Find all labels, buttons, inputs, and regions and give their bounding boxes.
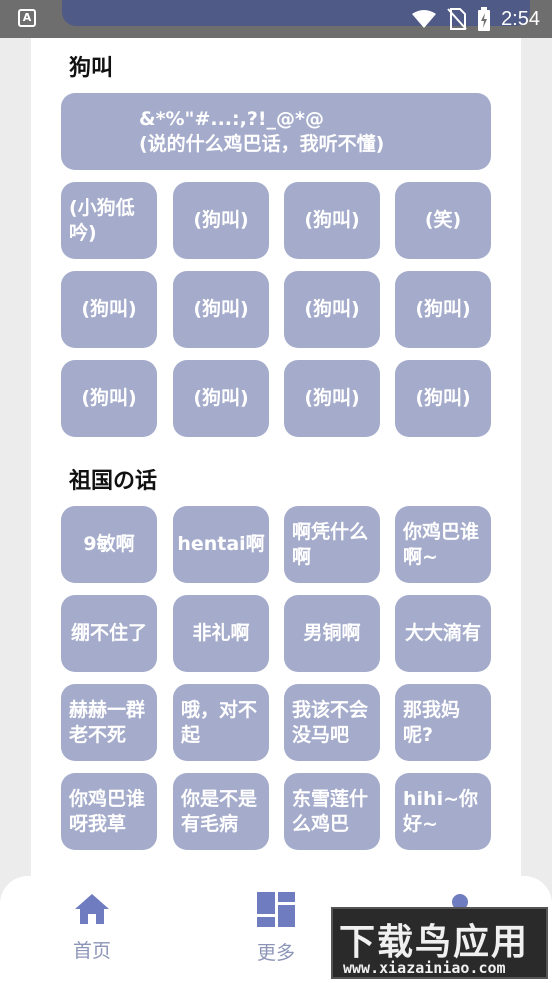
- watermark-title: 下载鸟应用: [339, 922, 530, 963]
- section-title-motherland: 祖国の话: [69, 469, 158, 494]
- app-notification-icon: A: [18, 9, 36, 27]
- phrase-button[interactable]: (狗叫): [173, 182, 269, 259]
- phrase-button[interactable]: 哦，对不起: [173, 684, 269, 761]
- status-time: 2:54: [501, 7, 540, 30]
- phrase-button[interactable]: (狗叫): [395, 360, 491, 437]
- phrase-button[interactable]: 你鸡巴谁啊~: [395, 506, 491, 583]
- section-title-dog: 狗叫: [69, 56, 114, 81]
- wide-button-line1: &*%"#...:,?!_@*@: [139, 107, 324, 130]
- phrase-button[interactable]: 你鸡巴谁呀我草: [61, 773, 157, 850]
- home-icon: [75, 894, 109, 924]
- nav-item-home[interactable]: 首页: [52, 892, 132, 963]
- status-icons: 2:54: [411, 6, 540, 32]
- phrase-button[interactable]: 大大滴有: [395, 595, 491, 672]
- phrase-button[interactable]: 绷不住了: [61, 595, 157, 672]
- watermark-logo: 下载鸟应用 www.xiazainiao.com: [331, 907, 548, 979]
- phrase-button[interactable]: 男铜啊: [284, 595, 380, 672]
- phrase-button[interactable]: 非礼啊: [173, 595, 269, 672]
- phrase-button[interactable]: (笑): [395, 182, 491, 259]
- phrase-button[interactable]: hihi~你好~: [395, 773, 491, 850]
- status-bar: A 2:54: [0, 0, 552, 38]
- phrase-button[interactable]: 9敏啊: [61, 506, 157, 583]
- phrase-button[interactable]: 啊凭什么啊: [284, 506, 380, 583]
- phrase-button[interactable]: (狗叫): [395, 271, 491, 348]
- phrase-button[interactable]: (狗叫): [284, 271, 380, 348]
- phrase-button[interactable]: (狗叫): [61, 271, 157, 348]
- phrase-button[interactable]: (小狗低吟): [61, 182, 157, 259]
- phrase-button[interactable]: (狗叫): [61, 360, 157, 437]
- no-sim-icon: [447, 8, 467, 30]
- wide-button-line2: (说的什么鸡巴话，我听不懂): [139, 132, 385, 155]
- grid-icon: [257, 892, 295, 927]
- nav-item-more[interactable]: 更多: [236, 892, 316, 965]
- watermark-url: www.xiazainiao.com: [343, 959, 506, 977]
- battery-charging-icon: [478, 7, 491, 31]
- phrase-button[interactable]: 你是不是有毛病: [173, 773, 269, 850]
- phrase-button[interactable]: (狗叫): [173, 271, 269, 348]
- content-card: 狗叫 &*%"#...:,?!_@*@ (说的什么鸡巴话，我听不懂) (小狗低吟…: [31, 38, 521, 898]
- phrase-button-wide[interactable]: &*%"#...:,?!_@*@ (说的什么鸡巴话，我听不懂): [61, 93, 491, 170]
- phrase-button[interactable]: (狗叫): [284, 182, 380, 259]
- phrase-button[interactable]: 赫赫一群老不死: [61, 684, 157, 761]
- phrase-button[interactable]: (狗叫): [173, 360, 269, 437]
- phrase-button[interactable]: hentai啊: [173, 506, 269, 583]
- wifi-icon: [412, 10, 437, 28]
- phrase-button[interactable]: (狗叫): [284, 360, 380, 437]
- phrase-button[interactable]: 那我妈呢?: [395, 684, 491, 761]
- nav-label-more: 更多: [256, 942, 295, 964]
- phrase-button[interactable]: 我该不会没马吧: [284, 684, 380, 761]
- phrase-button[interactable]: 东雪莲什么鸡巴: [284, 773, 380, 850]
- nav-label-home: 首页: [72, 940, 111, 962]
